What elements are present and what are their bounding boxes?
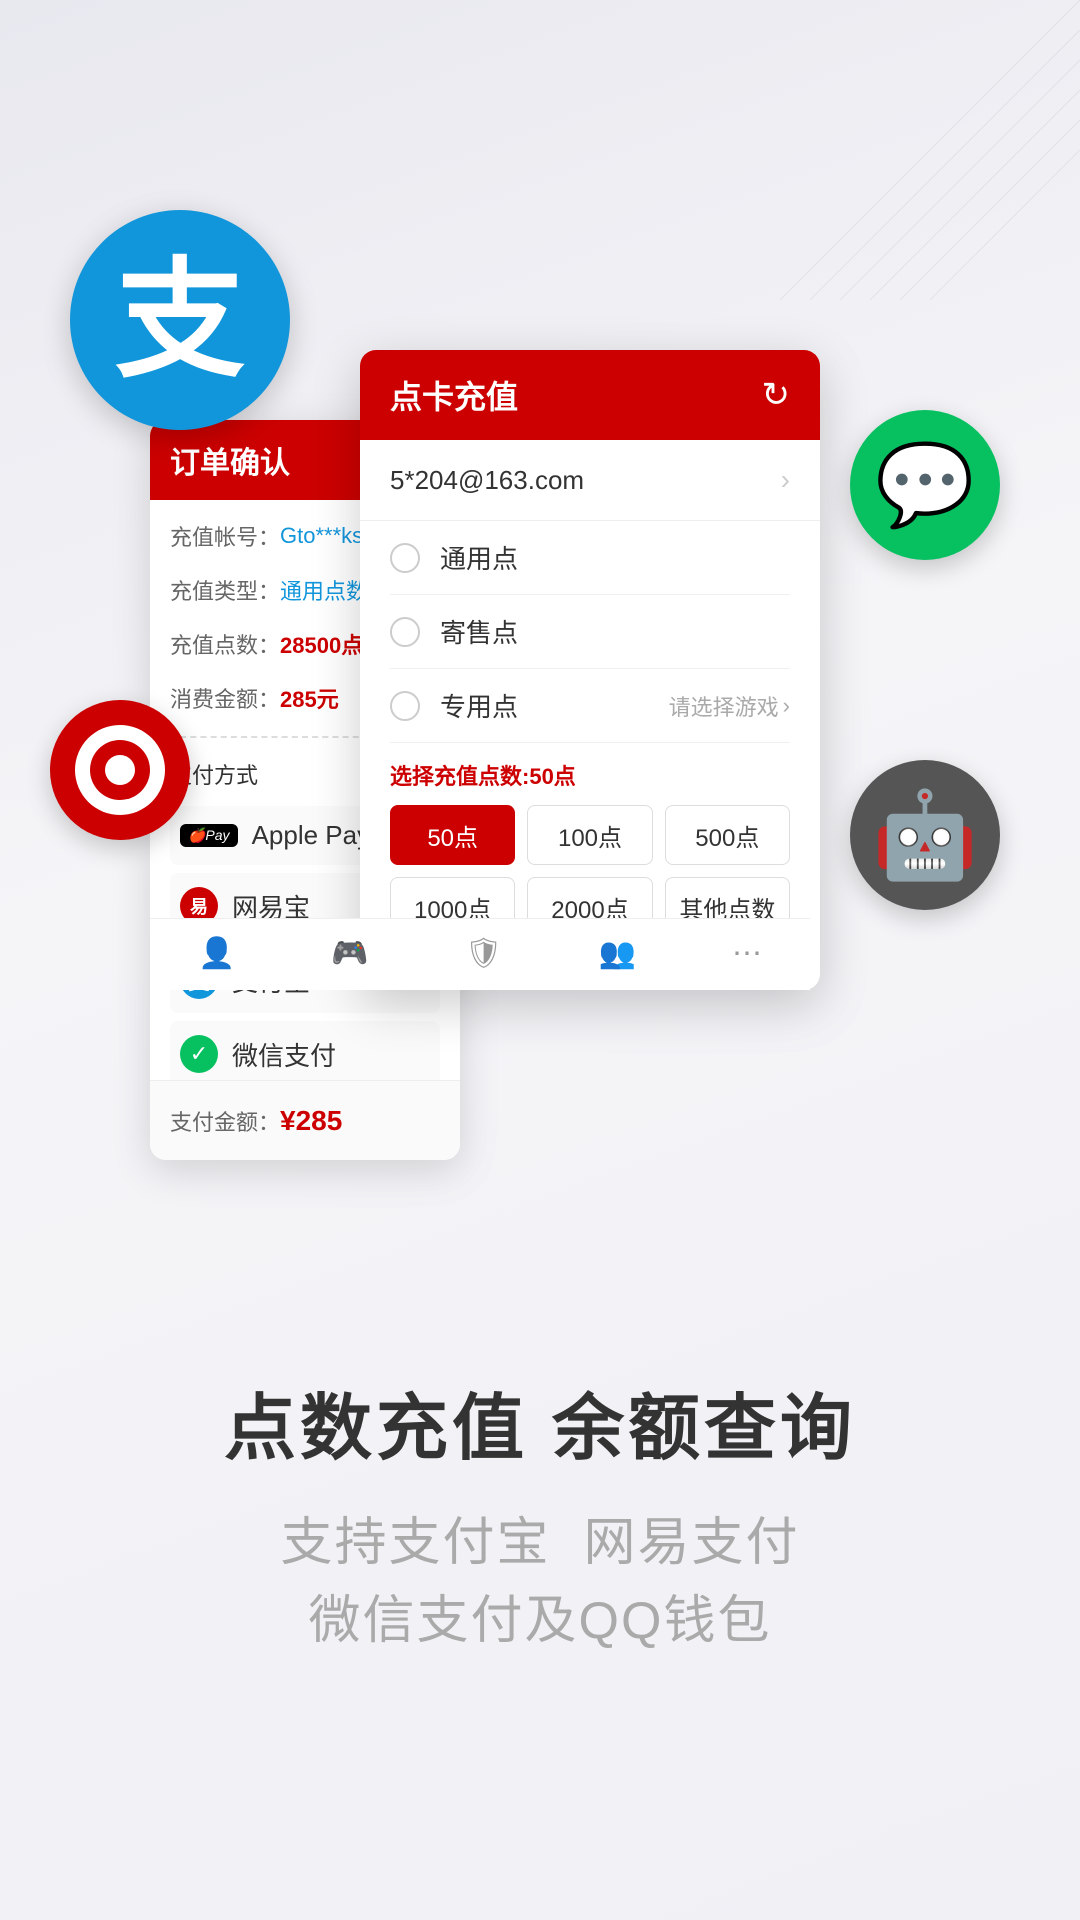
main-promo-title: 点数充值 余额查询 [60,1369,1020,1474]
radio-special-circle [390,691,420,721]
points-select-label: 选择充值点数:50点 [390,759,790,791]
radio-special-points[interactable]: 专用点 请选择游戏 › [390,669,790,743]
friends-icon: 👥 [599,936,636,971]
refresh-icon[interactable]: ↻ [762,375,791,415]
amount-value: 285元 [280,682,339,714]
recharge-card: 点卡充值 ↻ 5*204@163.com › 通用点 寄售点 专用点 请选择游戏 [360,350,820,990]
app-bottom-nav: 👤 🎮 🛡 👥 ⋯ [150,918,810,990]
profile-icon: 👤 [198,936,235,971]
radio-consignment-points[interactable]: 寄售点 [390,595,790,669]
payment-total-bar: 支付金额： ¥ 285 [150,1080,460,1160]
radio-options-group: 通用点 寄售点 专用点 请选择游戏 › [360,521,820,743]
radio-general-circle [390,543,420,573]
bottom-text-section: 点数充值 余额查询 支持支付宝 网易支付微信支付及QQ钱包 [0,1329,1080,1700]
nav-tab-profile[interactable]: 👤 [198,936,235,973]
points-label: 充值点数： [170,628,280,660]
payment-total-amount: 285 [296,1105,343,1137]
radio-general-label: 通用点 [440,539,790,576]
android-logo: 🤖 [850,760,1000,910]
game-chevron-icon: › [783,693,790,719]
account-label: 充值帐号： [170,520,280,552]
nav-tab-game[interactable]: 🎮 [331,936,368,973]
wechat-icon: 💬 [875,438,975,532]
nav-tab-shield[interactable]: 🛡 [465,936,503,973]
alipay-char: 支 [115,255,245,385]
game-select-text: 请选择游戏 [669,690,779,722]
order-card-header-text: 订单确认 [170,438,290,482]
points-select-prefix: 选择充值点数: [390,764,529,789]
points-value: 28500点 [280,628,363,660]
wechat-pay-label: 微信支付 [232,1036,336,1073]
email-chevron-icon: › [781,464,790,496]
points-selected-value: 50点 [529,764,575,789]
nav-tab-more[interactable]: ⋯ [732,936,762,973]
payment-total-currency: ¥ [280,1105,296,1137]
radio-consignment-circle [390,617,420,647]
netease-inner [75,725,165,815]
recharge-title: 点卡充值 [390,372,518,418]
more-icon: ⋯ [732,936,762,971]
apple-pay-icon-text: 🍎Pay [188,827,230,844]
type-value: 通用点数 [280,574,368,606]
payment-total-label: 支付金额： [170,1105,280,1137]
shield-icon: 🛡 [465,936,503,971]
email-row[interactable]: 5*204@163.com › [360,440,820,521]
android-icon: 🤖 [872,785,978,885]
points-btn-50[interactable]: 50点 [390,805,515,865]
apple-pay-label: Apple Pay [252,820,371,851]
email-text: 5*204@163.com [390,465,584,496]
wechat-pay-icon: ✓ [180,1035,218,1073]
netease-logo [50,700,190,840]
radio-special-label: 专用点 [440,687,669,724]
wechat-logo: 💬 [850,410,1000,560]
alipay-logo: 支 [70,210,290,430]
screenshot-area: 支 💬 🤖 订单确认 充值帐号： Gto***ksn 充值类型： 通用点数 充值… [50,170,1030,990]
nav-tab-friends[interactable]: 👥 [599,936,636,973]
payment-option-wechat[interactable]: ✓ 微信支付 [170,1021,440,1087]
points-btn-500[interactable]: 500点 [665,805,790,865]
radio-general-points[interactable]: 通用点 [390,521,790,595]
type-label: 充值类型： [170,574,280,606]
radio-consignment-label: 寄售点 [440,613,790,650]
points-btn-100[interactable]: 100点 [527,805,652,865]
game-icon: 🎮 [331,936,368,971]
apple-pay-icon-box: 🍎Pay [180,824,238,847]
amount-label: 消费金额： [170,682,280,714]
recharge-card-header: 点卡充值 ↻ [360,350,820,440]
sub-promo-title: 支持支付宝 网易支付微信支付及QQ钱包 [60,1504,1020,1660]
